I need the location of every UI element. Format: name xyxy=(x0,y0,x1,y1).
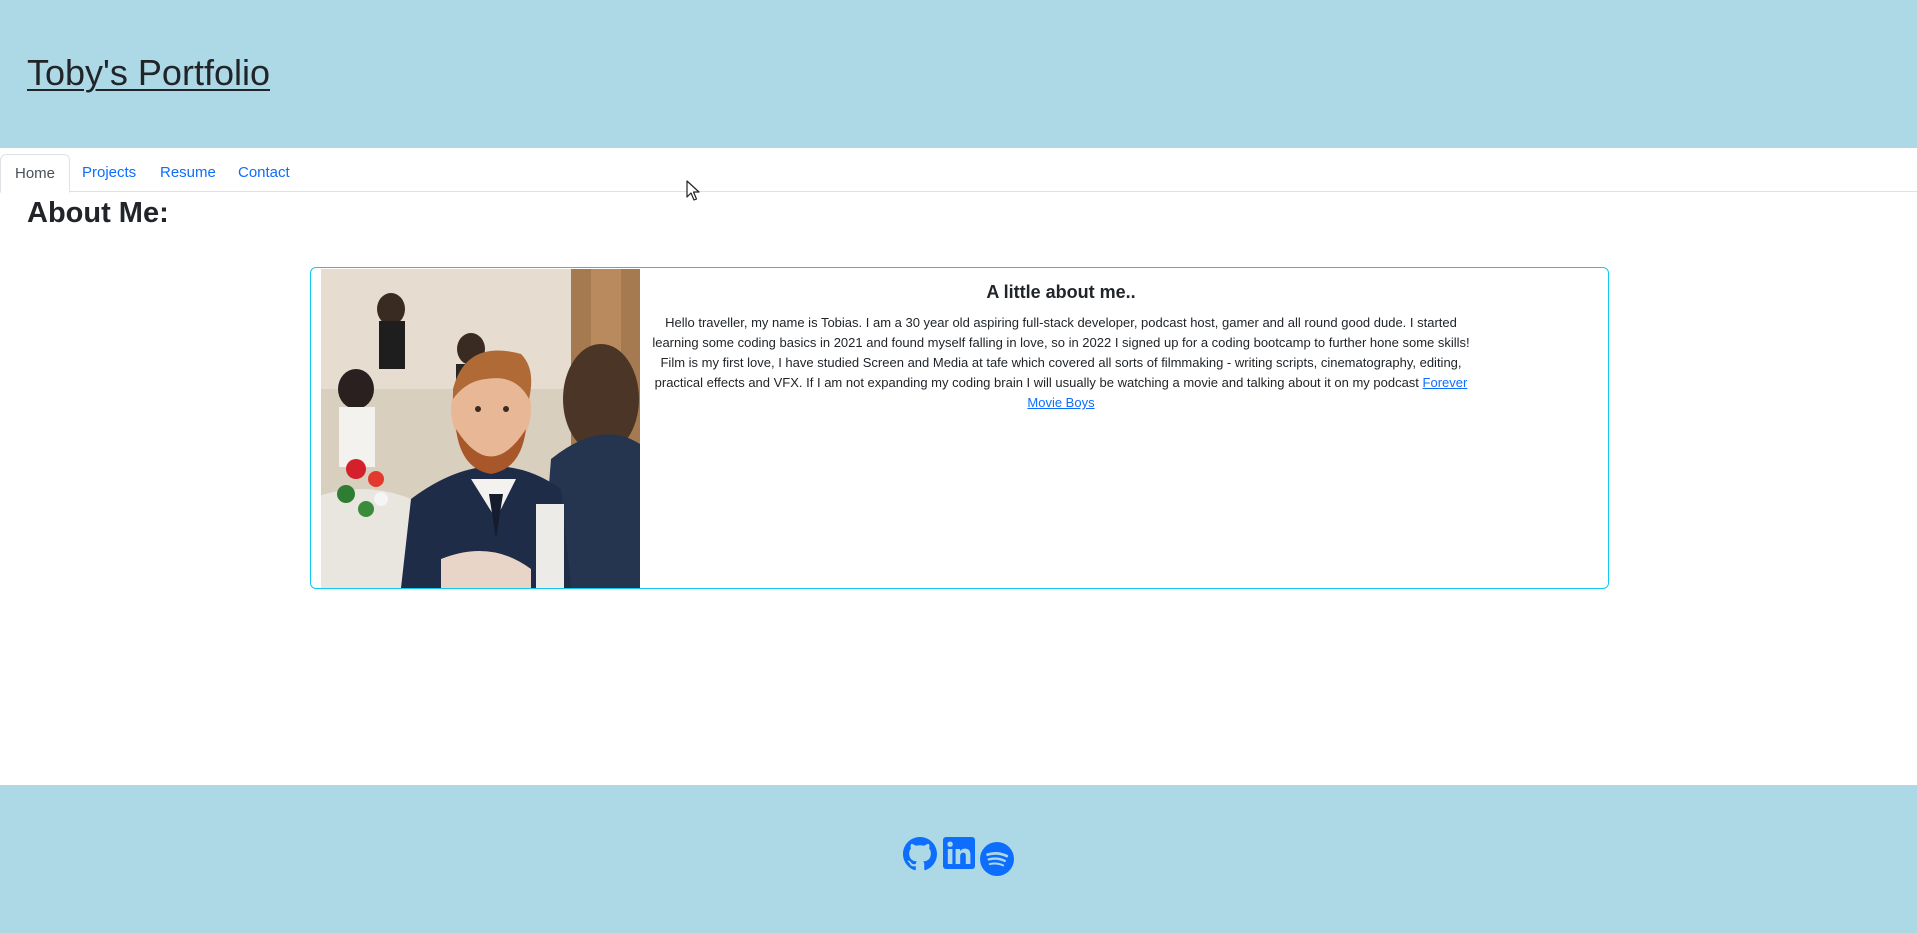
card-title: A little about me.. xyxy=(986,282,1136,302)
page-heading: About Me: xyxy=(27,197,169,229)
github-icon[interactable] xyxy=(903,837,937,871)
site-header: Toby's Portfolio xyxy=(0,0,1917,148)
tab-projects[interactable]: Projects xyxy=(68,154,150,192)
linkedin-icon[interactable] xyxy=(943,837,975,869)
site-title-link[interactable]: Toby's Portfolio xyxy=(27,52,270,94)
about-card-body: A little about me.. Hello traveller, my … xyxy=(646,282,1476,413)
mouse-cursor-icon xyxy=(686,180,700,201)
spotify-icon[interactable] xyxy=(980,842,1014,876)
about-text: Hello traveller, my name is Tobias. I am… xyxy=(652,315,1470,390)
tab-home[interactable]: Home xyxy=(0,154,71,193)
tab-contact[interactable]: Contact xyxy=(224,154,304,192)
site-footer xyxy=(0,785,1917,933)
nav-tabs: Home Projects Resume Contact xyxy=(0,154,1917,193)
profile-photo xyxy=(321,269,640,588)
tab-resume[interactable]: Resume xyxy=(146,154,230,192)
card-text: Hello traveller, my name is Tobias. I am… xyxy=(646,313,1476,413)
about-card: A little about me.. Hello traveller, my … xyxy=(310,267,1609,589)
